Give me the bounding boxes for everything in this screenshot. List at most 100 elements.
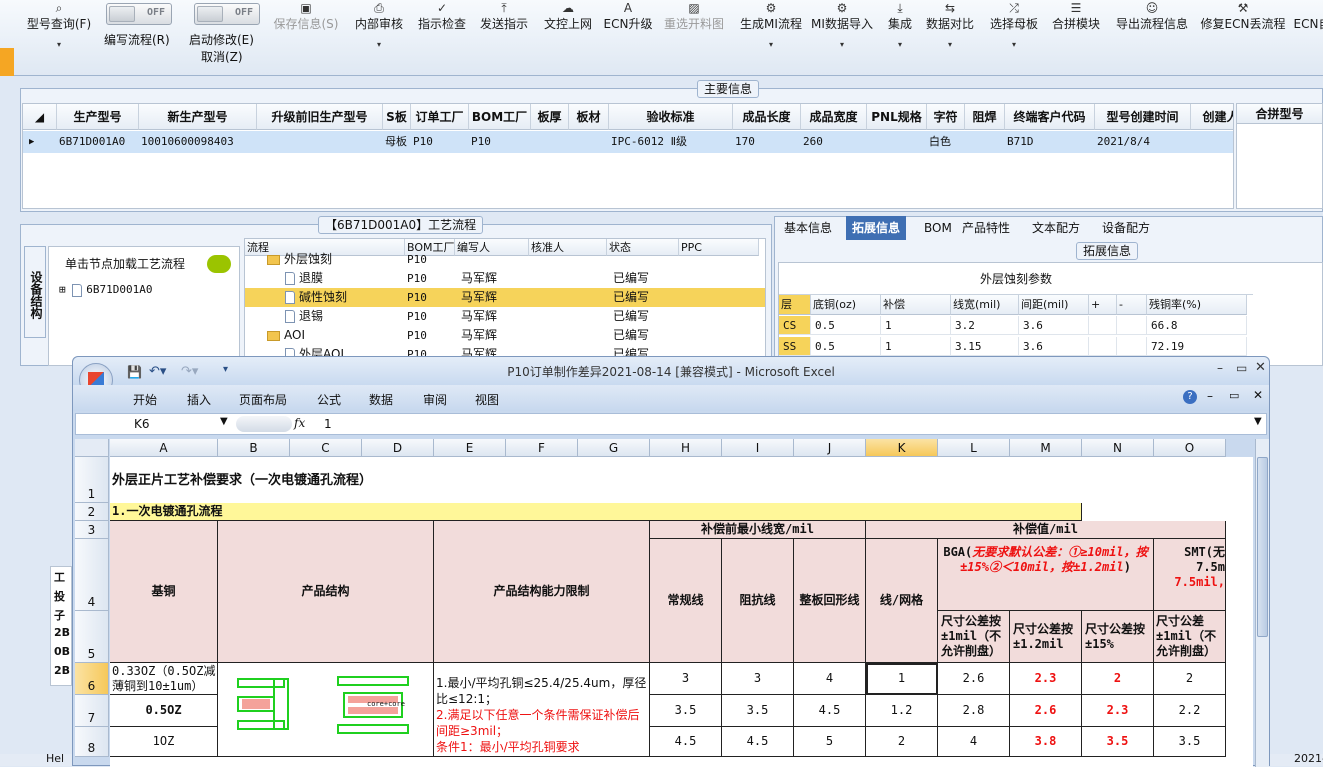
header-capability-limit[interactable]: 产品结构能力限制: [434, 521, 650, 663]
tree-node[interactable]: ⊞ 6B71D001A0: [59, 283, 152, 297]
etch-column-header[interactable]: 补偿: [881, 295, 951, 315]
header-impedance-line[interactable]: 阻抗线: [722, 539, 794, 663]
grid-cell[interactable]: P10: [469, 131, 531, 153]
toolbar-button-1[interactable]: ▣ 保存信息(S): [266, 0, 346, 74]
header-tol-15pct[interactable]: 尺寸公差按±15%: [1082, 611, 1154, 663]
row-number[interactable]: 1: [75, 457, 109, 503]
flow-step[interactable]: 外层蚀刻: [267, 250, 332, 269]
value-cell-h[interactable]: 3.5: [650, 695, 722, 727]
grid-cell[interactable]: 170: [733, 131, 801, 153]
grid-cell[interactable]: [1191, 131, 1233, 153]
flow-row[interactable]: 退膜 P10 马军辉 已编写: [245, 269, 765, 288]
toolbar-button-0[interactable]: ⌕ 型号查询(F) ▾: [20, 0, 98, 74]
column-letter[interactable]: C: [290, 439, 362, 457]
grid-cell[interactable]: 2021/8/4: [1095, 131, 1191, 153]
column-letter[interactable]: N: [1082, 439, 1154, 457]
flow-row[interactable]: AOI P10 马军辉 已编写: [245, 326, 765, 345]
toolbar-button-4[interactable]: ⤒ 发送指示: [476, 0, 532, 74]
base-copper-cell[interactable]: 1OZ: [110, 727, 218, 757]
value-cell-h[interactable]: 4.5: [650, 727, 722, 757]
header-tol-1mil[interactable]: 尺寸公差按±1mil（不允许削盘）: [938, 611, 1010, 663]
etch-cell[interactable]: 0.5: [811, 337, 881, 356]
column-letter[interactable]: E: [434, 439, 506, 457]
right-tab[interactable]: 产品特性: [956, 216, 1016, 240]
flow-step[interactable]: 碱性蚀刻: [285, 288, 347, 307]
right-tab[interactable]: 拓展信息: [846, 216, 907, 240]
column-header[interactable]: 板厚: [531, 104, 569, 130]
header-bga[interactable]: BGA(无要求默认公差：①≥10mil，按±15%②＜10mil，按±1.2mi…: [938, 539, 1154, 611]
value-cell-n[interactable]: 2: [1082, 663, 1154, 695]
value-cell-j[interactable]: 4: [794, 663, 866, 695]
value-cell-h[interactable]: 3: [650, 663, 722, 695]
etch-column-header[interactable]: 层: [779, 295, 811, 315]
right-tab[interactable]: 文本配方: [1026, 216, 1086, 240]
column-letter[interactable]: M: [1010, 439, 1082, 457]
value-cell-n[interactable]: 3.5: [1082, 727, 1154, 757]
etch-column-header[interactable]: 残铜率(%): [1147, 295, 1247, 315]
column-letter[interactable]: H: [650, 439, 722, 457]
value-cell-o[interactable]: 2: [1154, 663, 1226, 695]
value-cell-l[interactable]: 2.6: [938, 663, 1010, 695]
value-cell-k[interactable]: 1.2: [866, 695, 938, 727]
scroll-thumb[interactable]: [1257, 457, 1268, 637]
sheet-title[interactable]: 外层正片工艺补偿要求（一次电镀通孔流程）: [110, 457, 938, 503]
header-line-grid[interactable]: 线/网格: [866, 539, 938, 663]
column-letter[interactable]: K: [866, 439, 938, 457]
ribbon-tab[interactable]: 插入: [187, 391, 211, 408]
column-letter[interactable]: I: [722, 439, 794, 457]
etch-cell[interactable]: 1: [881, 337, 951, 356]
expand-formula-icon[interactable]: ▼: [1254, 416, 1262, 427]
column-header[interactable]: S板: [383, 104, 411, 130]
toolbar-button-6[interactable]: A ECN升级: [602, 0, 654, 74]
etch-cell[interactable]: 3.15: [951, 337, 1019, 356]
value-cell-j[interactable]: 5: [794, 727, 866, 757]
row-number[interactable]: 2: [75, 503, 109, 521]
section-title[interactable]: 1.一次电镀通孔流程: [110, 503, 1082, 521]
value-cell-m[interactable]: 3.8: [1010, 727, 1082, 757]
value-cell-n[interactable]: 2.3: [1082, 695, 1154, 727]
column-header[interactable]: 终端客户代码: [1005, 104, 1095, 130]
header-tol-smt[interactable]: 尺寸公差±1mil（不允许削盘）: [1154, 611, 1226, 663]
etch-column-header[interactable]: +: [1089, 295, 1117, 315]
flow-row[interactable]: 外层蚀刻 P10: [245, 250, 765, 269]
toolbar-button-9[interactable]: ⚙ MI数据导入 ▾: [808, 0, 876, 74]
close-icon[interactable]: ✕: [1255, 360, 1266, 375]
etch-cell[interactable]: 72.19: [1147, 337, 1247, 356]
header-compensation[interactable]: 补偿值/mil: [866, 521, 1226, 539]
value-cell-i[interactable]: 3: [722, 663, 794, 695]
right-tab[interactable]: 基本信息: [778, 216, 838, 240]
header-product-structure[interactable]: 产品结构: [218, 521, 434, 663]
select-all-corner[interactable]: [75, 439, 109, 457]
header-smt[interactable]: SMT(无 7.5m 7.5mil,: [1154, 539, 1226, 611]
column-header[interactable]: 创建人: [1191, 104, 1233, 130]
column-letter[interactable]: F: [506, 439, 578, 457]
ribbon-tab[interactable]: 页面布局: [239, 391, 287, 408]
name-box-dropdown-icon[interactable]: ▼: [220, 416, 228, 427]
capability-limit-text[interactable]: 1.最小/平均孔铜≤25.4/25.4um，厚径比≤12:1； 2.满足以下任意一…: [434, 663, 650, 757]
toolbar-button-16[interactable]: ECN自: [1292, 0, 1323, 74]
column-letter[interactable]: J: [794, 439, 866, 457]
column-header[interactable]: 验收标准: [609, 104, 733, 130]
value-cell-m[interactable]: 2.6: [1010, 695, 1082, 727]
toolbar-button-11[interactable]: ⇆ 数据对比 ▾: [922, 0, 978, 74]
header-ring-line[interactable]: 整板回形线: [794, 539, 866, 663]
column-header[interactable]: 升级前旧生产型号: [257, 104, 383, 130]
ribbon-tab[interactable]: 公式: [317, 391, 341, 408]
column-letter[interactable]: B: [218, 439, 290, 457]
flow-step[interactable]: AOI: [267, 326, 305, 345]
column-header[interactable]: 型号创建时间: [1095, 104, 1191, 130]
cancel-button[interactable]: 取消(Z): [201, 48, 243, 65]
row-number[interactable]: 3: [75, 521, 109, 539]
value-cell-m[interactable]: 2.3: [1010, 663, 1082, 695]
column-header[interactable]: PNL规格: [867, 104, 927, 130]
doc-close-icon[interactable]: ✕: [1253, 388, 1263, 402]
flow-row[interactable]: 碱性蚀刻 P10 马军辉 已编写: [245, 288, 765, 307]
grid-cell[interactable]: [531, 131, 569, 153]
help-icon[interactable]: ?: [1183, 390, 1197, 404]
header-base-copper[interactable]: 基铜: [110, 521, 218, 663]
value-cell-o[interactable]: 3.5: [1154, 727, 1226, 757]
grid-cell[interactable]: [965, 131, 1005, 153]
row-number[interactable]: 8: [75, 727, 109, 757]
row-number[interactable]: 6: [75, 663, 109, 695]
minimize-icon[interactable]: –: [1217, 361, 1223, 375]
